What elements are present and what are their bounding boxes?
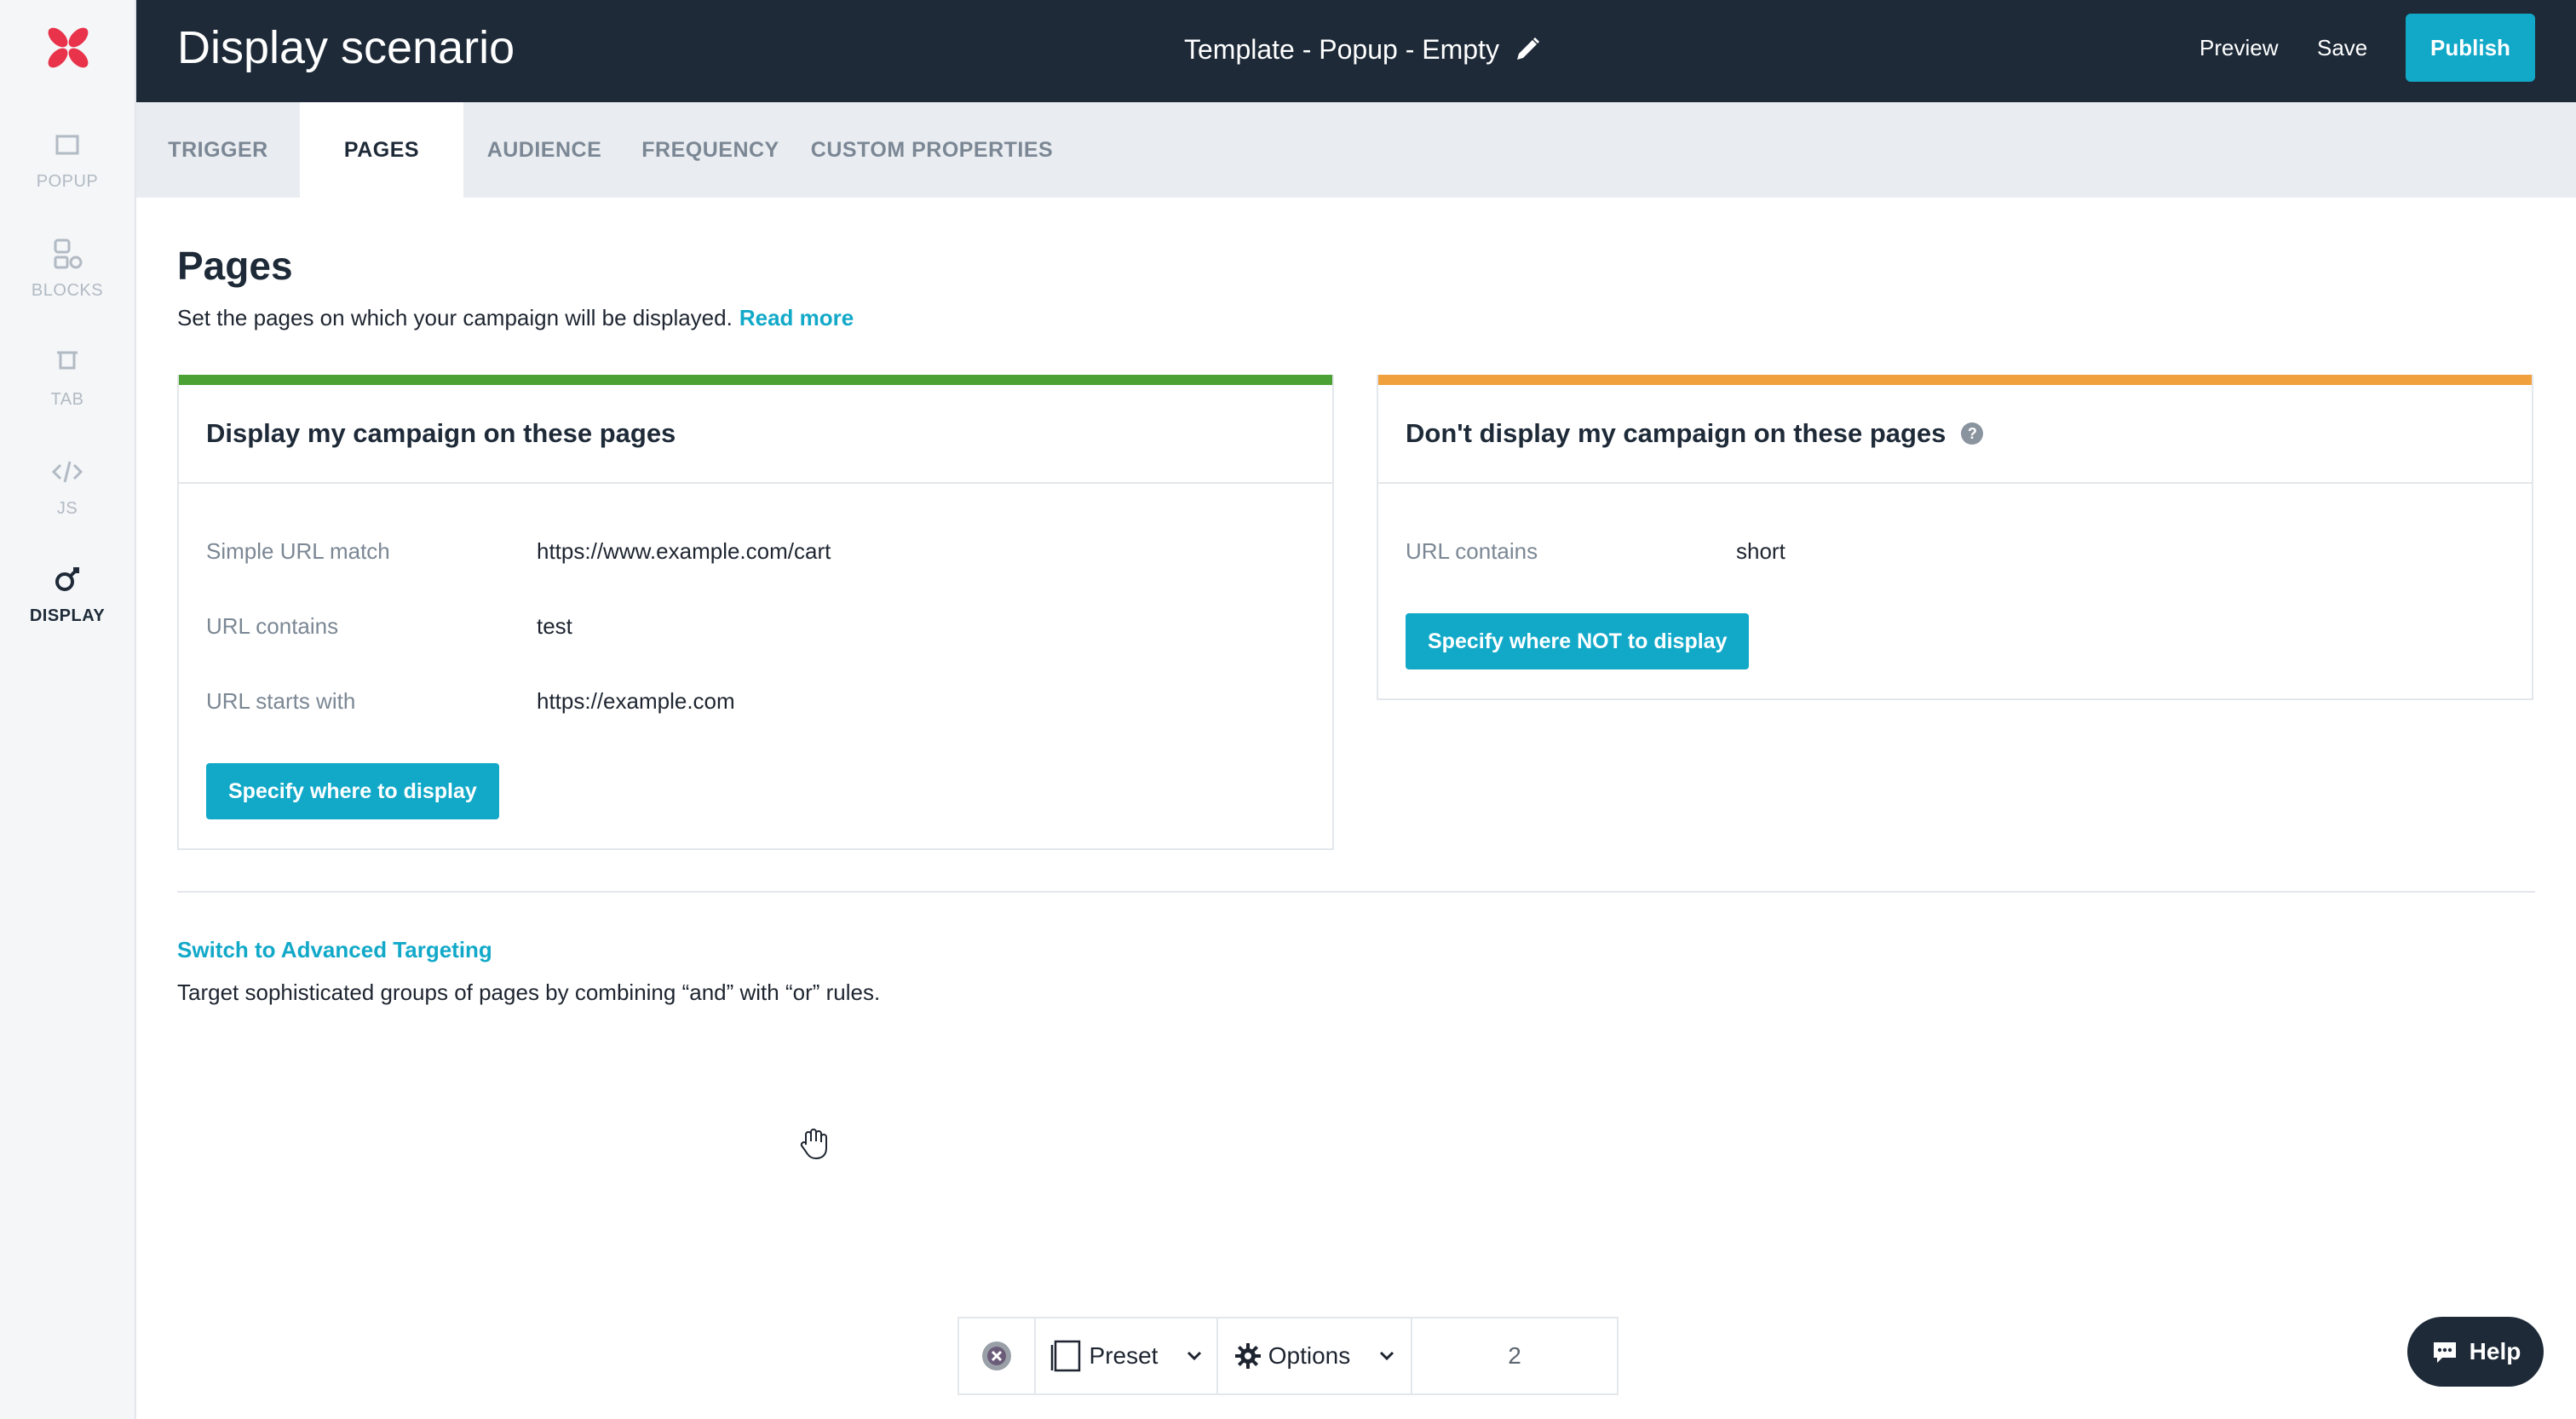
rule-value: test xyxy=(537,613,572,639)
rule-value: https://www.example.com/cart xyxy=(537,538,831,564)
chevron-down-icon xyxy=(1187,1351,1202,1361)
pencil-icon[interactable] xyxy=(1513,35,1542,64)
section-title: Pages xyxy=(177,244,293,288)
preview-link[interactable]: Preview xyxy=(2199,34,2278,61)
rule-type: URL starts with xyxy=(206,688,356,714)
rule-value: https://example.com xyxy=(537,688,735,714)
display-icon xyxy=(55,567,79,591)
tab-frequency[interactable]: FREQUENCY xyxy=(625,102,796,198)
preset-label: Preset xyxy=(1089,1342,1159,1369)
hand-cursor-icon xyxy=(800,1129,827,1160)
page-count[interactable]: 2 xyxy=(1412,1318,1617,1393)
advanced-targeting-link[interactable]: Switch to Advanced Targeting xyxy=(177,937,492,963)
device-frame-icon xyxy=(1050,1340,1080,1372)
code-icon xyxy=(51,461,83,483)
sidebar-item-label: JS xyxy=(56,499,78,518)
top-header: Display scenario Template - Popup - Empt… xyxy=(136,0,2576,102)
sidebar-item-popup[interactable]: POPUP xyxy=(0,128,135,213)
section-description-text: Set the pages on which your campaign wil… xyxy=(177,305,733,330)
sidebar-item-label: POPUP xyxy=(36,172,99,191)
brand-logo xyxy=(48,27,89,68)
card-title-text: Don't display my campaign on these pages xyxy=(1406,418,1946,448)
card-title: Display my campaign on these pages xyxy=(179,385,1332,484)
read-more-link[interactable]: Read more xyxy=(739,305,854,330)
rule-value: short xyxy=(1736,538,1785,564)
sidebar-item-label: BLOCKS xyxy=(31,281,104,300)
specify-display-button[interactable]: Specify where to display xyxy=(206,763,499,819)
preset-dropdown[interactable]: Preset xyxy=(1036,1318,1218,1393)
popup-icon xyxy=(55,135,79,155)
close-toolbar-button[interactable] xyxy=(959,1318,1036,1393)
card-accent-bar xyxy=(1378,375,2532,385)
tab-bar: TRIGGER PAGES AUDIENCE FREQUENCY CUSTOM … xyxy=(136,102,2576,198)
display-pages-card: Display my campaign on these pages Simpl… xyxy=(177,375,1334,850)
chat-bubble-icon xyxy=(2433,1342,2456,1363)
advanced-targeting-description: Target sophisticated groups of pages by … xyxy=(177,980,881,1005)
template-name-text: Template - Popup - Empty xyxy=(1184,34,1499,65)
sidebar: POPUP BLOCKS TAB JS DISPLAY xyxy=(0,0,136,1419)
rule-type: URL contains xyxy=(1406,538,1538,564)
help-circle-icon[interactable]: ? xyxy=(1961,422,1984,445)
app-root: POPUP BLOCKS TAB JS DISPLAY Display scen… xyxy=(0,0,2576,1419)
section-divider xyxy=(177,891,2535,893)
close-icon xyxy=(982,1341,1011,1370)
gear-icon xyxy=(1234,1343,1261,1369)
card-accent-bar xyxy=(179,375,1332,385)
rule-type: URL contains xyxy=(206,613,339,639)
card-title: Don't display my campaign on these pages… xyxy=(1378,385,2532,484)
chevron-down-icon xyxy=(1380,1351,1394,1361)
tab-trigger[interactable]: TRIGGER xyxy=(136,102,300,198)
sidebar-item-tab[interactable]: TAB xyxy=(0,346,135,431)
page-title: Display scenario xyxy=(177,22,515,73)
tab-audience[interactable]: AUDIENCE xyxy=(463,102,625,198)
help-chat-button[interactable]: Help xyxy=(2407,1317,2544,1387)
blocks-icon xyxy=(54,238,83,269)
sidebar-item-label: TAB xyxy=(50,390,84,409)
rule-type: Simple URL match xyxy=(206,538,390,564)
publish-button[interactable]: Publish xyxy=(2406,14,2535,82)
help-label: Help xyxy=(2469,1338,2521,1364)
specify-not-display-button[interactable]: Specify where NOT to display xyxy=(1406,613,1750,669)
tab-custom-properties[interactable]: CUSTOM PROPERTIES xyxy=(796,102,1068,198)
tab-icon xyxy=(57,351,78,370)
sidebar-item-blocks[interactable]: BLOCKS xyxy=(0,237,135,322)
options-dropdown[interactable]: Options xyxy=(1218,1318,1412,1393)
sidebar-item-display[interactable]: DISPLAY xyxy=(0,562,135,647)
bottom-toolbar: Preset Options 2 xyxy=(957,1317,1619,1395)
exclude-pages-card: Don't display my campaign on these pages… xyxy=(1377,375,2533,700)
options-label: Options xyxy=(1268,1342,1351,1369)
template-name[interactable]: Template - Popup - Empty xyxy=(1184,32,1542,66)
section-description: Set the pages on which your campaign wil… xyxy=(177,303,854,332)
sidebar-item-js[interactable]: JS xyxy=(0,455,135,540)
sidebar-item-label: DISPLAY xyxy=(29,606,106,625)
tab-pages[interactable]: PAGES xyxy=(300,102,463,198)
save-link[interactable]: Save xyxy=(2317,34,2367,61)
